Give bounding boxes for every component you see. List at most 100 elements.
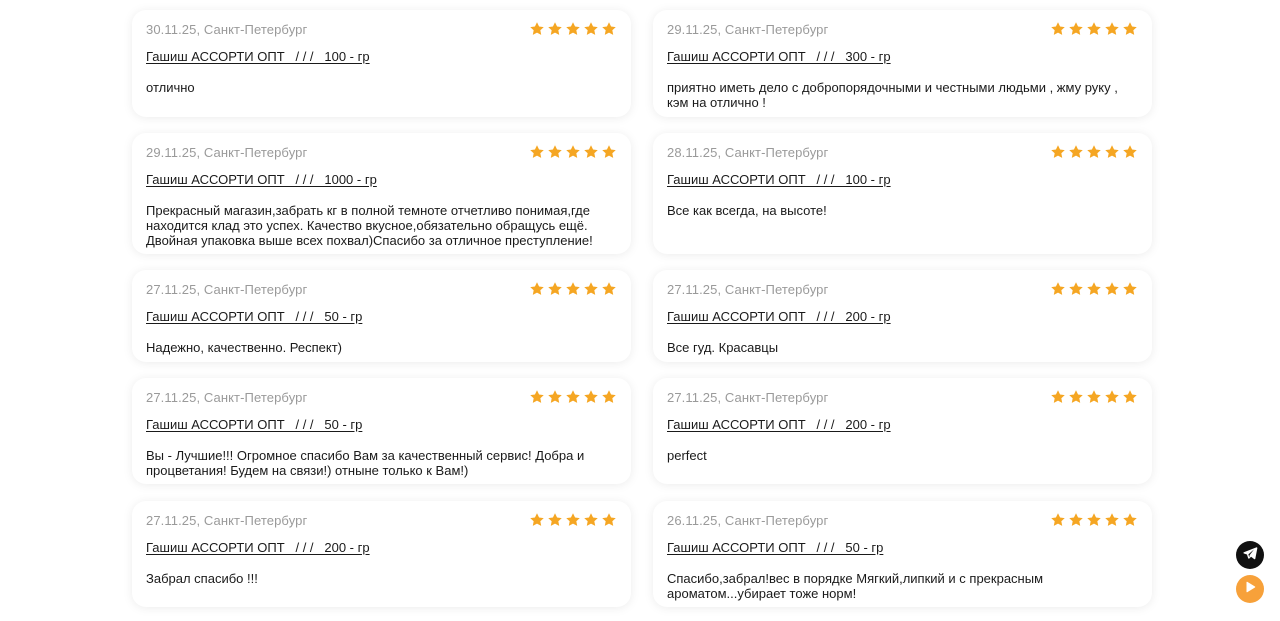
star-icon <box>583 281 599 297</box>
review-card: 28.11.25, Санкт-Петербург Гашиш АССОРТИ … <box>653 133 1152 254</box>
review-card: 29.11.25, Санкт-Петербург Гашиш АССОРТИ … <box>132 133 631 254</box>
review-text: приятно иметь дело с добропорядочными и … <box>667 80 1118 110</box>
star-icon <box>1086 21 1102 37</box>
star-icon <box>583 144 599 160</box>
telegram-button[interactable] <box>1236 541 1264 569</box>
star-icon <box>547 281 563 297</box>
rating-stars <box>529 21 617 37</box>
review-date-location: 27.11.25, Санкт-Петербург <box>667 389 829 405</box>
star-icon <box>1086 144 1102 160</box>
rating-stars <box>1050 512 1138 528</box>
review-text: Прекрасный магазин,забрать кг в полной т… <box>146 203 593 248</box>
star-icon <box>565 281 581 297</box>
product-link[interactable]: Гашиш АССОРТИ ОПТ / / / 50 - гр <box>146 417 362 432</box>
review-card: 29.11.25, Санкт-Петербург Гашиш АССОРТИ … <box>653 10 1152 117</box>
star-icon <box>601 144 617 160</box>
product-link[interactable]: Гашиш АССОРТИ ОПТ / / / 100 - гр <box>146 49 370 64</box>
star-icon <box>1068 21 1084 37</box>
review-date-location: 26.11.25, Санкт-Петербург <box>667 512 829 528</box>
star-icon <box>1122 389 1138 405</box>
review-date-location: 28.11.25, Санкт-Петербург <box>667 144 829 160</box>
review-date-location: 30.11.25, Санкт-Петербург <box>146 21 308 37</box>
star-icon <box>1122 21 1138 37</box>
review-date-location: 27.11.25, Санкт-Петербург <box>146 389 308 405</box>
star-icon <box>1086 389 1102 405</box>
review-text: perfect <box>667 448 707 463</box>
rating-stars <box>529 281 617 297</box>
review-date-location: 29.11.25, Санкт-Петербург <box>146 144 308 160</box>
play-icon <box>1243 580 1257 599</box>
product-link[interactable]: Гашиш АССОРТИ ОПТ / / / 1000 - гр <box>146 172 377 187</box>
star-icon <box>547 512 563 528</box>
star-icon <box>1122 512 1138 528</box>
star-icon <box>529 281 545 297</box>
review-text: Все гуд. Красавцы <box>667 340 779 355</box>
star-icon <box>1122 144 1138 160</box>
reviews-page: 30.11.25, Санкт-Петербург Гашиш АССОРТИ … <box>0 0 1280 621</box>
star-icon <box>565 144 581 160</box>
review-date-location: 27.11.25, Санкт-Петербург <box>146 512 308 528</box>
star-icon <box>601 512 617 528</box>
star-icon <box>529 389 545 405</box>
star-icon <box>547 21 563 37</box>
rating-stars <box>1050 144 1138 160</box>
star-icon <box>565 389 581 405</box>
star-icon <box>583 389 599 405</box>
review-date-location: 29.11.25, Санкт-Петербург <box>667 21 829 37</box>
star-icon <box>601 389 617 405</box>
review-card: 27.11.25, Санкт-Петербург Гашиш АССОРТИ … <box>653 378 1152 484</box>
star-icon <box>1050 512 1066 528</box>
review-date-location: 27.11.25, Санкт-Петербург <box>146 281 308 297</box>
star-icon <box>529 144 545 160</box>
star-icon <box>1122 281 1138 297</box>
star-icon <box>1050 281 1066 297</box>
review-text: Вы - Лучшие!!! Огромное спасибо Вам за к… <box>146 448 585 478</box>
star-icon <box>1104 281 1120 297</box>
star-icon <box>1104 21 1120 37</box>
star-icon <box>529 512 545 528</box>
star-icon <box>565 512 581 528</box>
rating-stars <box>529 144 617 160</box>
star-icon <box>1050 389 1066 405</box>
play-button[interactable] <box>1236 575 1264 603</box>
star-icon <box>1068 281 1084 297</box>
star-icon <box>565 21 581 37</box>
telegram-icon <box>1242 545 1258 566</box>
review-card: 27.11.25, Санкт-Петербург Гашиш АССОРТИ … <box>653 270 1152 362</box>
review-text: отлично <box>146 80 195 95</box>
review-text: Спасибо,забрал!вес в порядке Мягкий,липк… <box>667 571 1044 601</box>
star-icon <box>529 21 545 37</box>
review-text: Забрал спасибо !!! <box>146 571 258 586</box>
product-link[interactable]: Гашиш АССОРТИ ОПТ / / / 50 - гр <box>667 540 883 555</box>
star-icon <box>583 21 599 37</box>
product-link[interactable]: Гашиш АССОРТИ ОПТ / / / 300 - гр <box>667 49 891 64</box>
star-icon <box>1104 512 1120 528</box>
star-icon <box>1050 21 1066 37</box>
star-icon <box>1068 144 1084 160</box>
product-link[interactable]: Гашиш АССОРТИ ОПТ / / / 50 - гр <box>146 309 362 324</box>
review-card: 27.11.25, Санкт-Петербург Гашиш АССОРТИ … <box>132 270 631 362</box>
star-icon <box>1086 281 1102 297</box>
rating-stars <box>1050 389 1138 405</box>
star-icon <box>1086 512 1102 528</box>
rating-stars <box>529 512 617 528</box>
star-icon <box>547 389 563 405</box>
rating-stars <box>1050 21 1138 37</box>
review-text: Все как всегда, на высоте! <box>667 203 827 218</box>
product-link[interactable]: Гашиш АССОРТИ ОПТ / / / 200 - гр <box>667 309 891 324</box>
product-link[interactable]: Гашиш АССОРТИ ОПТ / / / 200 - гр <box>667 417 891 432</box>
review-card: 26.11.25, Санкт-Петербург Гашиш АССОРТИ … <box>653 501 1152 607</box>
star-icon <box>583 512 599 528</box>
star-icon <box>1068 512 1084 528</box>
review-text: Надежно, качественно. Респект) <box>146 340 343 355</box>
review-card: 27.11.25, Санкт-Петербург Гашиш АССОРТИ … <box>132 378 631 484</box>
rating-stars <box>1050 281 1138 297</box>
product-link[interactable]: Гашиш АССОРТИ ОПТ / / / 200 - гр <box>146 540 370 555</box>
product-link[interactable]: Гашиш АССОРТИ ОПТ / / / 100 - гр <box>667 172 891 187</box>
star-icon <box>601 21 617 37</box>
star-icon <box>1068 389 1084 405</box>
rating-stars <box>529 389 617 405</box>
star-icon <box>547 144 563 160</box>
star-icon <box>1104 389 1120 405</box>
star-icon <box>1050 144 1066 160</box>
